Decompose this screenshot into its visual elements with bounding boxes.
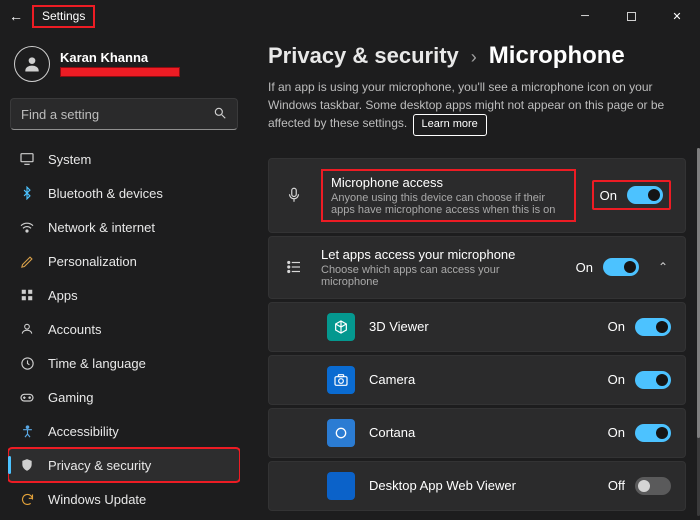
system-icon [18,150,36,168]
update-icon [18,490,36,508]
chevron-up-icon[interactable]: ⌃ [655,260,671,274]
sidebar-item-label: Apps [48,288,78,303]
accounts-icon [18,320,36,338]
sidebar: Karan Khanna Find a setting System Blu [0,32,248,520]
close-button[interactable]: ✕ [654,0,700,32]
app-name: Desktop App Web Viewer [369,478,594,493]
let-apps-toggle[interactable] [603,258,639,276]
sidebar-item-label: Privacy & security [48,458,151,473]
app-icon [327,472,355,500]
card-title: Microphone access [331,175,566,190]
sidebar-item-privacy[interactable]: Privacy & security [8,448,240,482]
sidebar-item-label: Network & internet [48,220,155,235]
card-subtitle: Choose which apps can access your microp… [321,264,560,288]
app-row-3d-viewer: 3D Viewer On [268,302,686,352]
main-content: Privacy & security › Microphone If an ap… [248,32,700,520]
microphone-icon [283,184,305,206]
toggle-wrap: On [592,180,671,210]
sidebar-item-update[interactable]: Windows Update [8,482,240,516]
app-icon [327,419,355,447]
app-toggle[interactable] [635,477,671,495]
sidebar-item-accessibility[interactable]: Accessibility [8,414,240,448]
microphone-access-toggle[interactable] [627,186,663,204]
user-card[interactable]: Karan Khanna [8,40,240,92]
sidebar-item-accounts[interactable]: Accounts [8,312,240,346]
learn-more-link[interactable]: Learn more [413,114,487,136]
app-toggle[interactable] [635,424,671,442]
app-name: Cortana [369,425,594,440]
app-icon [327,313,355,341]
card-title: Let apps access your microphone [321,247,560,262]
sidebar-item-label: Bluetooth & devices [48,186,163,201]
sidebar-item-time[interactable]: Time & language [8,346,240,380]
avatar-icon [14,46,50,82]
toggle-state-label: On [608,372,625,387]
page-title: Microphone [489,42,625,70]
card-let-apps[interactable]: Let apps access your microphone Choose w… [268,236,686,299]
sidebar-item-label: Time & language [48,356,146,371]
sidebar-item-personalization[interactable]: Personalization [8,244,240,278]
user-email-redacted [60,67,180,77]
apps-icon [18,286,36,304]
sidebar-item-apps[interactable]: Apps [8,278,240,312]
app-name: Camera [369,372,594,387]
sidebar-item-label: Personalization [48,254,137,269]
toggle-state-label: On [576,260,593,275]
card-microphone-access: Microphone access Anyone using this devi… [268,158,686,233]
sidebar-item-gaming[interactable]: Gaming [8,380,240,414]
sidebar-item-system[interactable]: System [8,142,240,176]
window-title: Settings [32,5,95,28]
bluetooth-icon [18,184,36,202]
accessibility-icon [18,422,36,440]
privacy-icon [18,456,36,474]
chevron-right-icon: › [471,47,477,68]
sidebar-item-label: Accessibility [48,424,119,439]
app-icon [327,366,355,394]
sidebar-item-label: Gaming [48,390,94,405]
search-input[interactable]: Find a setting [10,98,238,130]
titlebar: ← Settings ─ ✕ [0,0,700,32]
back-button[interactable]: ← [6,6,26,26]
sidebar-item-label: Windows Update [48,492,146,507]
toggle-state-label: On [608,425,625,440]
toggle-state-label: On [600,188,617,203]
breadcrumb: Privacy & security › Microphone [268,42,686,70]
app-row-camera: Camera On [268,355,686,405]
window-controls: ─ ✕ [562,0,700,32]
personalization-icon [18,252,36,270]
network-icon [18,218,36,236]
card-texts: Let apps access your microphone Choose w… [321,247,560,288]
time-icon [18,354,36,372]
breadcrumb-parent[interactable]: Privacy & security [268,43,459,69]
search-placeholder: Find a setting [21,107,99,122]
nav-list: System Bluetooth & devices Network & int… [8,142,240,516]
app-toggle[interactable] [635,371,671,389]
search-icon [213,106,227,123]
toggle-state-label: Off [608,478,625,493]
gaming-icon [18,388,36,406]
sidebar-item-bluetooth[interactable]: Bluetooth & devices [8,176,240,210]
app-row-cortana: Cortana On [268,408,686,458]
minimize-button[interactable]: ─ [562,0,608,32]
maximize-button[interactable] [608,0,654,32]
app-name: 3D Viewer [369,319,594,334]
sidebar-item-label: System [48,152,91,167]
app-toggle[interactable] [635,318,671,336]
card-texts: Microphone access Anyone using this devi… [321,169,576,222]
toggle-state-label: On [608,319,625,334]
card-subtitle: Anyone using this device can choose if t… [331,192,566,216]
sidebar-item-label: Accounts [48,322,101,337]
toggle-wrap: On [576,258,639,276]
list-icon [283,256,305,278]
user-name: Karan Khanna [60,51,180,66]
sidebar-item-network[interactable]: Network & internet [8,210,240,244]
app-row-desktop-web-viewer: Desktop App Web Viewer Off [268,461,686,511]
page-description: If an app is using your microphone, you'… [268,78,686,136]
